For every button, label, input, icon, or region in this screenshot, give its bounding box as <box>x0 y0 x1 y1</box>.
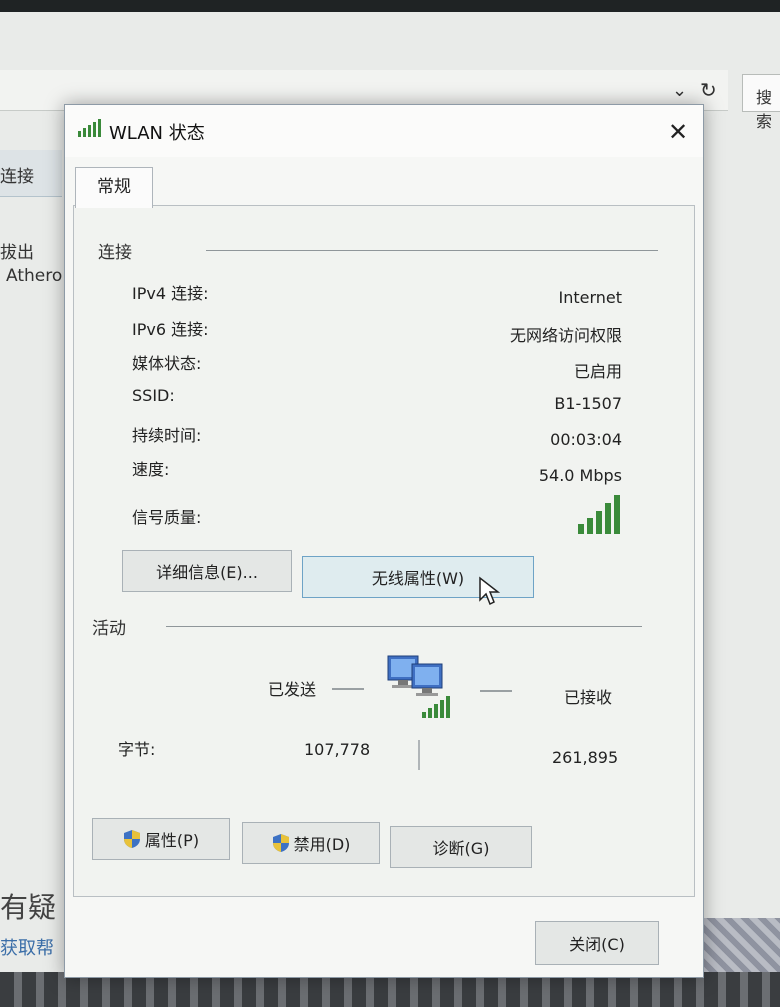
ipv6-label: IPv6 连接: <box>132 320 209 339</box>
properties-button[interactable]: 属性(P) <box>92 818 230 860</box>
background-tab-label: 连接 <box>0 167 34 187</box>
details-button[interactable]: 详细信息(E)... <box>122 550 292 592</box>
received-label: 已接收 <box>564 688 613 707</box>
speed-label: 速度: <box>132 460 170 479</box>
received-line <box>480 690 512 692</box>
dialog-title: WLAN 状态 <box>109 123 205 144</box>
signal-strength-icon <box>578 495 620 534</box>
shield-icon <box>272 834 289 852</box>
sent-line <box>332 688 364 690</box>
background-help-link[interactable]: 获取帮 <box>0 934 54 960</box>
ssid-label: SSID: <box>132 386 175 405</box>
bytes-sent-value: 107,778 <box>304 740 371 759</box>
activity-section-title: 活动 <box>92 619 126 639</box>
sent-label: 已发送 <box>268 680 317 699</box>
background-question-text: 有疑 <box>0 891 57 924</box>
title-bar[interactable]: WLAN 状态 ✕ <box>65 105 703 157</box>
close-button-label: 关闭(C) <box>569 935 625 954</box>
activity-separator <box>418 740 420 770</box>
shield-icon <box>123 830 140 848</box>
ipv4-value: Internet <box>558 288 622 307</box>
chevron-down-icon[interactable]: ⌄ <box>672 80 687 101</box>
close-icon[interactable]: ✕ <box>661 117 695 147</box>
general-panel: 连接 IPv4 连接: Internet IPv6 连接: 无网络访问权限 媒体… <box>73 205 695 897</box>
diagnose-label: 诊断(G) <box>432 839 490 858</box>
disable-button[interactable]: 禁用(D) <box>242 822 380 864</box>
background-text: 拔出 <box>0 243 34 263</box>
mouse-cursor-icon <box>479 576 500 606</box>
details-button-label: 详细信息(E)... <box>156 563 258 582</box>
disable-label: 禁用(D) <box>293 835 351 854</box>
ipv4-label: IPv4 连接: <box>132 284 209 303</box>
wireless-properties-label: 无线属性(W) <box>371 569 465 588</box>
bytes-label: 字节: <box>118 740 156 759</box>
background-adapter-text: Athero <box>6 266 63 286</box>
search-label: 搜索 <box>756 88 773 131</box>
diagnose-button[interactable]: 诊断(G) <box>390 826 532 868</box>
media-state-label: 媒体状态: <box>132 354 202 373</box>
wifi-signal-icon <box>78 119 101 137</box>
bytes-received-value: 261,895 <box>552 748 619 767</box>
wlan-status-dialog: WLAN 状态 ✕ 常规 连接 IPv4 连接: Internet IPv6 连… <box>64 104 704 978</box>
signal-quality-label: 信号质量: <box>132 508 202 527</box>
ssid-value: B1-1507 <box>554 394 622 413</box>
speed-value: 54.0 Mbps <box>538 466 622 485</box>
media-state-value: 已启用 <box>573 362 622 381</box>
duration-label: 持续时间: <box>132 426 202 445</box>
ipv6-value: 无网络访问权限 <box>509 326 622 345</box>
properties-label: 属性(P) <box>144 831 200 850</box>
section-divider <box>206 250 658 251</box>
close-button[interactable]: 关闭(C) <box>535 921 659 965</box>
section-divider <box>166 626 642 627</box>
duration-value: 00:03:04 <box>550 430 622 449</box>
connection-section-title: 连接 <box>98 243 132 263</box>
refresh-icon[interactable]: ↻ <box>700 78 717 102</box>
network-computers-icon <box>387 655 450 718</box>
tab-general[interactable]: 常规 <box>75 167 153 208</box>
